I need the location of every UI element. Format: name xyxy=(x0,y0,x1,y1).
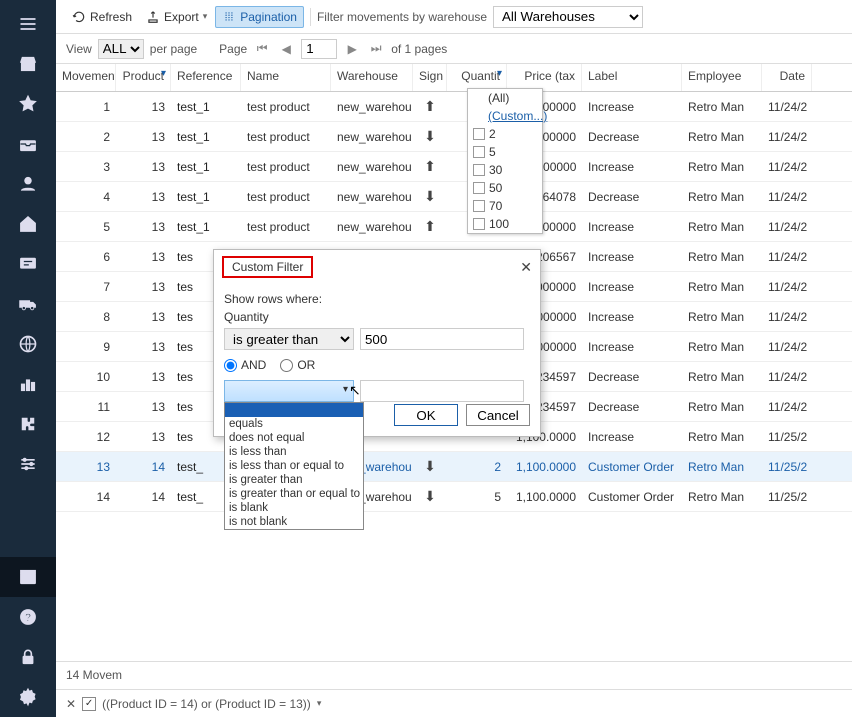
field-label: Quantity xyxy=(224,310,530,324)
quantity-filter-popup: (All) (Custom...) 25305070100 xyxy=(467,88,543,234)
col-label[interactable]: Label xyxy=(582,64,682,91)
col-quantity[interactable]: Quantit xyxy=(447,64,507,91)
lock-icon[interactable] xyxy=(0,637,56,677)
toolbar: Refresh Export ▾ Pagination Filter movem… xyxy=(56,0,852,34)
chevron-down-icon[interactable]: ▾ xyxy=(317,698,322,709)
perpage-select[interactable]: ALL xyxy=(98,39,144,59)
filter-bar: ✕ ✓ ((Product ID = 14) or (Product ID = … xyxy=(56,689,852,717)
col-date[interactable]: Date xyxy=(762,64,812,91)
or-radio[interactable]: OR xyxy=(280,358,315,372)
gear-icon[interactable] xyxy=(0,677,56,717)
operator-option[interactable]: is not blank xyxy=(225,515,363,529)
col-product[interactable]: Product xyxy=(116,64,171,91)
globe-icon[interactable] xyxy=(0,324,56,364)
export-label: Export xyxy=(164,10,199,24)
col-employee[interactable]: Employee xyxy=(682,64,762,91)
first-page-button[interactable]: ⏮ xyxy=(253,40,271,58)
store-icon[interactable] xyxy=(0,44,56,84)
operator1-select[interactable]: is greater than xyxy=(224,328,354,350)
sidebar: ? xyxy=(0,0,56,717)
truck-icon[interactable] xyxy=(0,284,56,324)
qty-filter-all[interactable]: (All) xyxy=(468,89,542,107)
grid-footer-count: 14 Movem xyxy=(56,661,852,689)
operator-option[interactable]: is greater than or equal to xyxy=(225,487,363,501)
svg-text:?: ? xyxy=(25,612,32,624)
user-icon[interactable] xyxy=(0,164,56,204)
operator-option[interactable]: is blank xyxy=(225,501,363,515)
ok-button[interactable]: OK xyxy=(394,404,458,426)
col-price[interactable]: Price (tax xyxy=(507,64,582,91)
col-name[interactable]: Name xyxy=(241,64,331,91)
inbox-icon[interactable] xyxy=(0,124,56,164)
warehouse-select[interactable]: All Warehouses xyxy=(493,6,643,28)
close-button[interactable]: ✕ xyxy=(520,259,532,276)
qty-filter-value[interactable]: 30 xyxy=(468,161,542,179)
operator-option[interactable]: equals xyxy=(225,417,363,431)
operator2-dropdown: equalsdoes not equalis less thanis less … xyxy=(224,402,364,530)
qty-filter-value[interactable]: 5 xyxy=(468,143,542,161)
puzzle-icon[interactable] xyxy=(0,404,56,444)
filter-label: Filter movements by warehouse xyxy=(317,10,487,24)
filter-expression: ((Product ID = 14) or (Product ID = 13)) xyxy=(102,697,311,711)
operator-option[interactable]: is less than xyxy=(225,445,363,459)
table-row[interactable]: 213test_1test productnew_warehou⬇111.000… xyxy=(56,122,852,152)
grid-header: Movement Product Reference Name Warehous… xyxy=(56,64,852,92)
table-row[interactable]: 513test_1test productnew_warehou⬆110.000… xyxy=(56,212,852,242)
page-input[interactable] xyxy=(301,39,337,59)
page-label: Page xyxy=(219,42,247,56)
table-row[interactable]: 1414test_new_warehou⬇51,100.0000Customer… xyxy=(56,482,852,512)
qty-filter-custom[interactable]: (Custom...) xyxy=(468,107,542,125)
table-row[interactable]: 113test_1test productnew_warehou⬆111.000… xyxy=(56,92,852,122)
refresh-button[interactable]: Refresh xyxy=(66,7,138,27)
chart-icon[interactable] xyxy=(0,364,56,404)
menu-icon[interactable] xyxy=(0,4,56,44)
export-icon xyxy=(146,10,160,24)
col-movement[interactable]: Movement xyxy=(56,64,116,91)
export-button[interactable]: Export ▾ xyxy=(140,7,213,27)
col-sign[interactable]: Sign xyxy=(413,64,447,91)
chat-icon[interactable] xyxy=(0,244,56,284)
pager: View ALL per page Page ⏮ ◀ ▶ ⏭ of 1 page… xyxy=(56,34,852,64)
qty-filter-value[interactable]: 50 xyxy=(468,179,542,197)
qty-filter-value[interactable]: 2 xyxy=(468,125,542,143)
pagination-label: Pagination xyxy=(240,10,297,24)
refresh-label: Refresh xyxy=(90,10,132,24)
custom-filter-dialog: Custom Filter ✕ Show rows where: Quantit… xyxy=(213,249,541,437)
help-icon[interactable]: ? xyxy=(0,597,56,637)
filter-checkbox[interactable]: ✓ xyxy=(82,697,96,711)
and-radio[interactable]: AND xyxy=(224,358,266,372)
operator2-select[interactable] xyxy=(224,380,354,402)
operator-option[interactable]: does not equal xyxy=(225,431,363,445)
value1-input[interactable] xyxy=(360,328,524,350)
table-row[interactable]: 1314test_new_warehou⬇21,100.0000Customer… xyxy=(56,452,852,482)
page-of-label: of 1 pages xyxy=(391,42,447,56)
view-label: View xyxy=(66,42,92,56)
remove-filter-button[interactable]: ✕ xyxy=(66,697,76,711)
operator-option-blank[interactable] xyxy=(225,403,363,417)
operator-option[interactable]: is less than or equal to xyxy=(225,459,363,473)
perpage-label: per page xyxy=(150,42,197,56)
col-reference[interactable]: Reference xyxy=(171,64,241,91)
last-page-button[interactable]: ⏭ xyxy=(367,40,385,58)
pagination-icon xyxy=(222,10,236,24)
next-page-button[interactable]: ▶ xyxy=(343,40,361,58)
prev-page-button[interactable]: ◀ xyxy=(277,40,295,58)
table-row[interactable]: 313test_1test productnew_warehou⬆120.000… xyxy=(56,152,852,182)
cancel-button[interactable]: Cancel xyxy=(466,404,530,426)
sliders-icon[interactable] xyxy=(0,444,56,484)
chevron-down-icon: ▾ xyxy=(203,11,208,22)
archive-icon[interactable] xyxy=(0,557,56,597)
qty-filter-value[interactable]: 70 xyxy=(468,197,542,215)
operator-option[interactable]: is greater than xyxy=(225,473,363,487)
show-rows-label: Show rows where: xyxy=(224,292,530,306)
star-icon[interactable] xyxy=(0,84,56,124)
table-row[interactable]: 413test_1test productnew_warehou⬇118.864… xyxy=(56,182,852,212)
dialog-title: Custom Filter xyxy=(222,256,313,278)
home-icon[interactable] xyxy=(0,204,56,244)
pagination-button[interactable]: Pagination xyxy=(215,6,304,28)
refresh-icon xyxy=(72,10,86,24)
qty-filter-value[interactable]: 100 xyxy=(468,215,542,233)
col-warehouse[interactable]: Warehouse xyxy=(331,64,413,91)
value2-input[interactable] xyxy=(360,380,524,402)
